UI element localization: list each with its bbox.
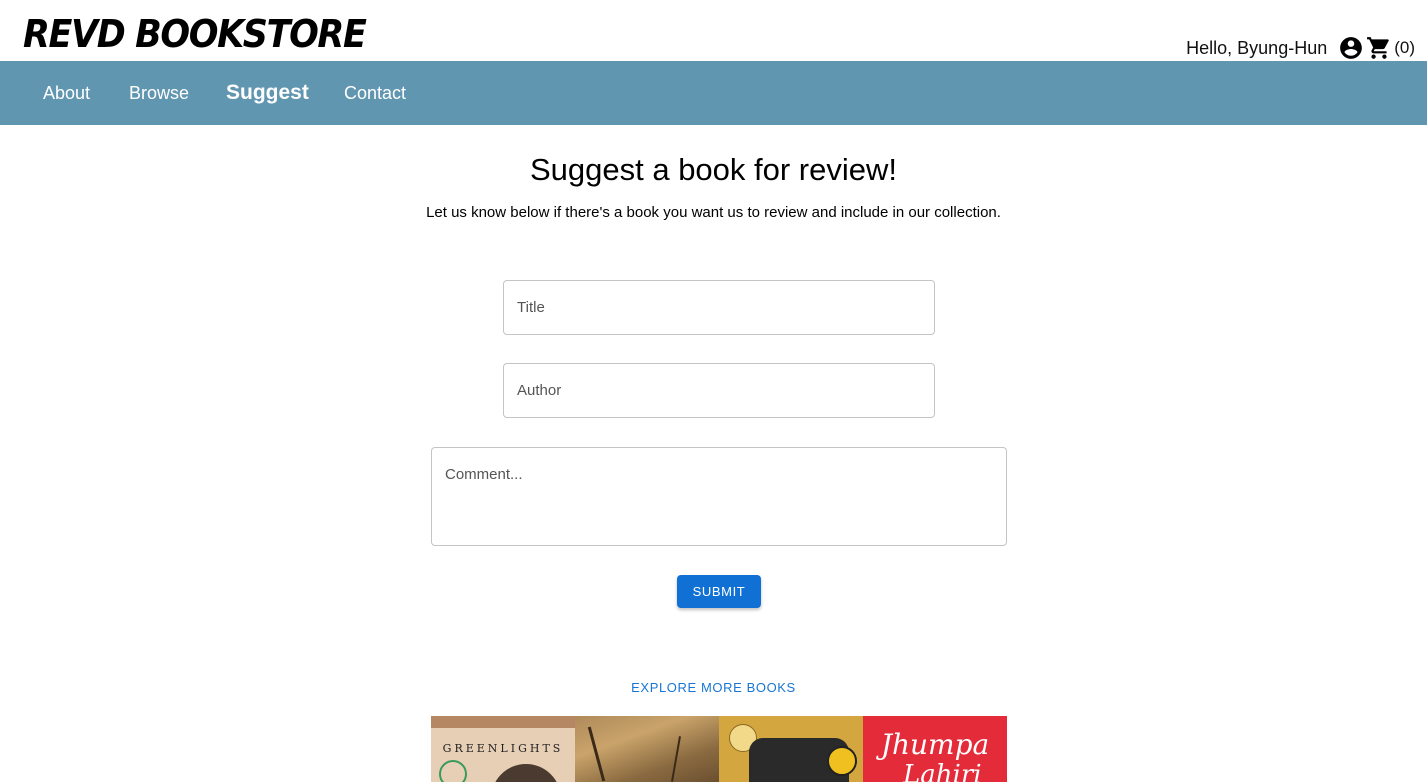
author-input[interactable] (503, 363, 935, 418)
explore-more-link[interactable]: EXPLORE MORE BOOKS (0, 680, 1427, 695)
account-icon[interactable] (1337, 34, 1365, 62)
top-bar: REVD BOOKSTORE Hello, Byung-Hun (0) (0, 0, 1427, 61)
cover-author-last: Lahiri (903, 760, 982, 782)
nav-contact[interactable]: Contact (344, 61, 406, 125)
title-input[interactable] (503, 280, 935, 335)
nav-browse[interactable]: Browse (129, 61, 189, 125)
nyt-seal-icon (827, 746, 857, 776)
cover-author-first: Jhumpa (880, 728, 990, 761)
nav-suggest[interactable]: Suggest (226, 61, 309, 125)
cover-title: GREENLIGHTS (442, 742, 564, 755)
tree-shape (587, 726, 606, 782)
cover-portrait (491, 764, 561, 782)
cart-count: (0) (1394, 38, 1415, 57)
book-cover-lahiri[interactable]: Jhumpa Lahiri (863, 716, 1007, 782)
book-cover-landscape[interactable] (575, 716, 719, 782)
page-title: Suggest a book for review! (529, 152, 898, 187)
page-subtitle: Let us know below if there's a book you … (426, 204, 1001, 221)
tree-shape (671, 736, 681, 782)
book-cover-strip: GREENLIGHTS Jhumpa Lahiri (431, 716, 1007, 782)
cart-icon[interactable] (1365, 34, 1393, 62)
submit-button[interactable]: SUBMIT (677, 575, 761, 608)
book-cover-family[interactable] (719, 716, 863, 782)
brand-logo[interactable]: REVD BOOKSTORE (23, 9, 367, 59)
user-greeting: Hello, Byung-Hun (1186, 37, 1328, 58)
main-nav: About Browse Suggest Contact (0, 61, 1427, 125)
cover-decoration (431, 716, 575, 728)
book-cover-greenlights[interactable]: GREENLIGHTS (431, 716, 575, 782)
comment-textarea[interactable] (431, 447, 1007, 546)
award-badge-icon (439, 760, 467, 782)
user-area: Hello, Byung-Hun (0) (1186, 33, 1415, 63)
nav-about[interactable]: About (43, 61, 90, 125)
